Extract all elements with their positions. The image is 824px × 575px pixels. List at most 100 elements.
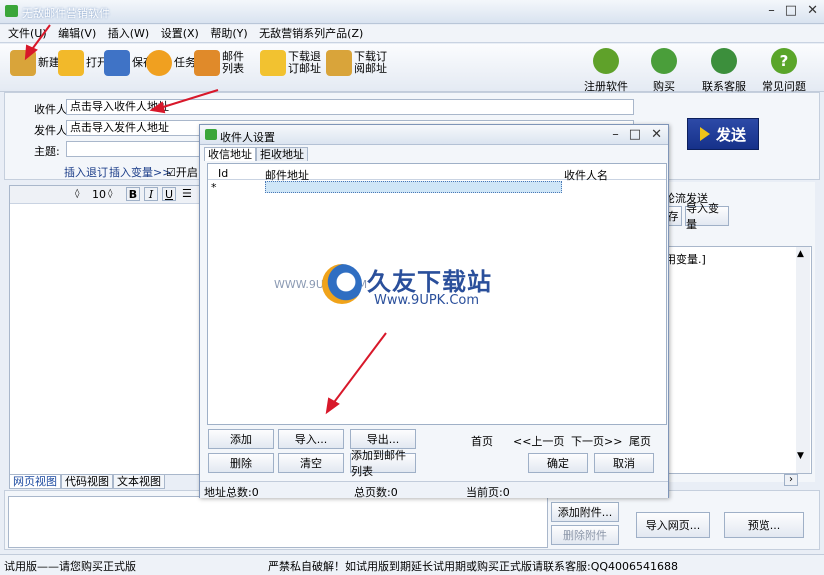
menu-settings[interactable]: 设置(X)	[161, 25, 199, 43]
total-addresses: 地址总数:0	[204, 486, 259, 499]
send-button[interactable]: 发送	[687, 118, 759, 150]
minimize-button[interactable]: –	[768, 3, 775, 18]
scroll-down-icon[interactable]: ▼	[797, 451, 804, 461]
variable-textbox[interactable]: 用变量.]	[662, 246, 812, 474]
insert-var-link[interactable]: 插入变量>>	[109, 164, 171, 180]
dialog-tabs: 收信地址 拒收地址	[204, 147, 308, 161]
download-unsub-label: 下载退订邮址	[288, 50, 321, 75]
add-attachment-button[interactable]: 添加附件...	[551, 502, 619, 522]
list-icon[interactable]: ☰	[182, 187, 192, 200]
font-size-select[interactable]: 10	[92, 188, 106, 201]
maximize-button[interactable]: □	[785, 3, 797, 18]
tab-reject-address[interactable]: 拒收地址	[256, 147, 308, 161]
delete-attachment-button[interactable]: 删除附件	[551, 525, 619, 545]
editor-toolbar: ◊ 10 ◊ B I U ☰	[10, 186, 208, 204]
menu-products[interactable]: 无敌营销系列产品(Z)	[259, 25, 363, 43]
add-to-list-button[interactable]: 添加到邮件列表	[350, 449, 416, 478]
recipient-field[interactable]: 点击导入收件人地址	[66, 99, 634, 115]
dialog-close-button[interactable]: ✕	[651, 127, 662, 142]
font-size-dropdown-icon[interactable]: ◊	[108, 189, 112, 199]
download-icon	[260, 50, 286, 76]
new-icon	[10, 50, 36, 76]
current-page: 当前页:0	[466, 486, 510, 499]
task-button[interactable]: 任务	[146, 50, 198, 76]
menu-bar: 文件(U) 编辑(V) 插入(W) 设置(X) 帮助(Y) 无敌营销系列产品(Z…	[0, 25, 824, 43]
tab-receive-address[interactable]: 收信地址	[204, 147, 256, 161]
download-sub-button[interactable]: 下载订阅邮址	[326, 50, 390, 76]
delete-button[interactable]: 删除	[208, 453, 274, 473]
window-title: 无敌邮件营销软件	[22, 7, 110, 20]
help-icon: ?	[771, 48, 797, 74]
attachment-list[interactable]	[8, 496, 548, 548]
mail-list-button[interactable]: 邮件列表	[194, 50, 246, 76]
export-button[interactable]: 导出...	[350, 429, 416, 449]
email-cell-editor[interactable]	[265, 181, 562, 193]
buy-button[interactable]: 购买	[634, 48, 694, 94]
watermark: WWW.9UPK.COM 久友下载站 Www.9UPK.Com	[270, 262, 500, 312]
toolbar: 新建 打开 保存 任务 邮件列表 下载退订邮址 下载订阅邮址 注册软件 购买 联…	[0, 44, 824, 94]
scroll-up-icon[interactable]: ▲	[797, 249, 804, 259]
play-icon	[699, 127, 710, 141]
support-icon	[711, 48, 737, 74]
italic-button[interactable]: I	[144, 187, 158, 201]
vertical-scrollbar[interactable]: ▲ ▼	[796, 247, 810, 473]
mail-list-label: 邮件列表	[222, 50, 244, 75]
ok-button[interactable]: 确定	[528, 453, 588, 473]
watermark-subtitle: Www.9UPK.Com	[374, 293, 480, 308]
last-page-link[interactable]: 尾页	[629, 433, 651, 449]
dialog-maximize-button[interactable]: □	[629, 127, 641, 142]
next-page-link[interactable]: 下一页>>	[571, 433, 622, 449]
watermark-title: 久友下载站	[367, 268, 492, 296]
app-logo-icon	[5, 5, 18, 17]
editor-view-tabs: 网页视图 代码视图 文本视图	[9, 475, 165, 489]
dialog-titlebar: 收件人设置 – □ ✕	[200, 125, 668, 145]
menu-insert[interactable]: 插入(W)	[108, 25, 149, 43]
menu-help[interactable]: 帮助(Y)	[210, 25, 247, 43]
status-trial: 试用版——请您购买正式版	[4, 560, 136, 573]
import-button[interactable]: 导入...	[278, 429, 344, 449]
insert-unsub-link[interactable]: 插入退订	[64, 164, 108, 180]
add-button[interactable]: 添加	[208, 429, 274, 449]
cart-icon	[651, 48, 677, 74]
dialog-minimize-button[interactable]: –	[612, 127, 619, 142]
tab-web-view[interactable]: 网页视图	[9, 475, 61, 489]
clear-button[interactable]: 清空	[278, 453, 344, 473]
font-dropdown[interactable]: ◊	[75, 189, 79, 199]
bold-button[interactable]: B	[126, 187, 140, 201]
watermark-logo-icon	[322, 264, 362, 304]
menu-edit[interactable]: 编辑(V)	[58, 25, 96, 43]
dialog-logo-icon	[205, 129, 217, 140]
new-row-marker: *	[211, 181, 217, 194]
task-icon	[146, 50, 172, 76]
col-id: Id	[218, 167, 229, 180]
download-unsub-button[interactable]: 下载退订邮址	[260, 50, 324, 76]
register-button[interactable]: 注册软件	[576, 48, 636, 94]
close-button[interactable]: ✕	[807, 3, 818, 18]
window-titlebar: 无敌邮件营销软件 – □ ✕	[0, 0, 824, 24]
tab-code-view[interactable]: 代码视图	[61, 475, 113, 489]
dialog-status-bar: 地址总数:0 总页数:0 当前页:0	[200, 481, 668, 499]
first-page-link[interactable]: 首页	[471, 433, 493, 449]
prev-page-link[interactable]: <<上一页	[513, 433, 564, 449]
scroll-right-icon[interactable]: ›	[784, 474, 798, 486]
save-icon	[104, 50, 130, 76]
register-icon	[593, 48, 619, 74]
import-var-button[interactable]: 导入变量	[685, 202, 729, 231]
open-button[interactable]: 打开	[58, 50, 110, 76]
folder-icon	[58, 50, 84, 76]
menu-file[interactable]: 文件(U)	[8, 25, 47, 43]
enable-label: 开启	[175, 166, 198, 179]
dialog-title: 收件人设置	[220, 131, 275, 144]
faq-button[interactable]: ? 常见问题	[754, 48, 814, 94]
cancel-button[interactable]: 取消	[594, 453, 654, 473]
tab-text-view[interactable]: 文本视图	[113, 475, 165, 489]
enable-checkbox[interactable]: ☑开启	[166, 164, 198, 180]
new-button[interactable]: 新建	[10, 50, 62, 76]
underline-button[interactable]: U	[162, 187, 176, 201]
send-label: 发送	[715, 125, 746, 144]
html-editor[interactable]	[9, 185, 209, 475]
preview-button[interactable]: 预览...	[724, 512, 804, 538]
support-button[interactable]: 联系客服	[694, 48, 754, 94]
status-bar: 试用版——请您购买正式版 严禁私自破解！如试用版到期延长试用期或购买正式版请联系…	[0, 554, 824, 575]
import-webpage-button[interactable]: 导入网页...	[636, 512, 710, 538]
